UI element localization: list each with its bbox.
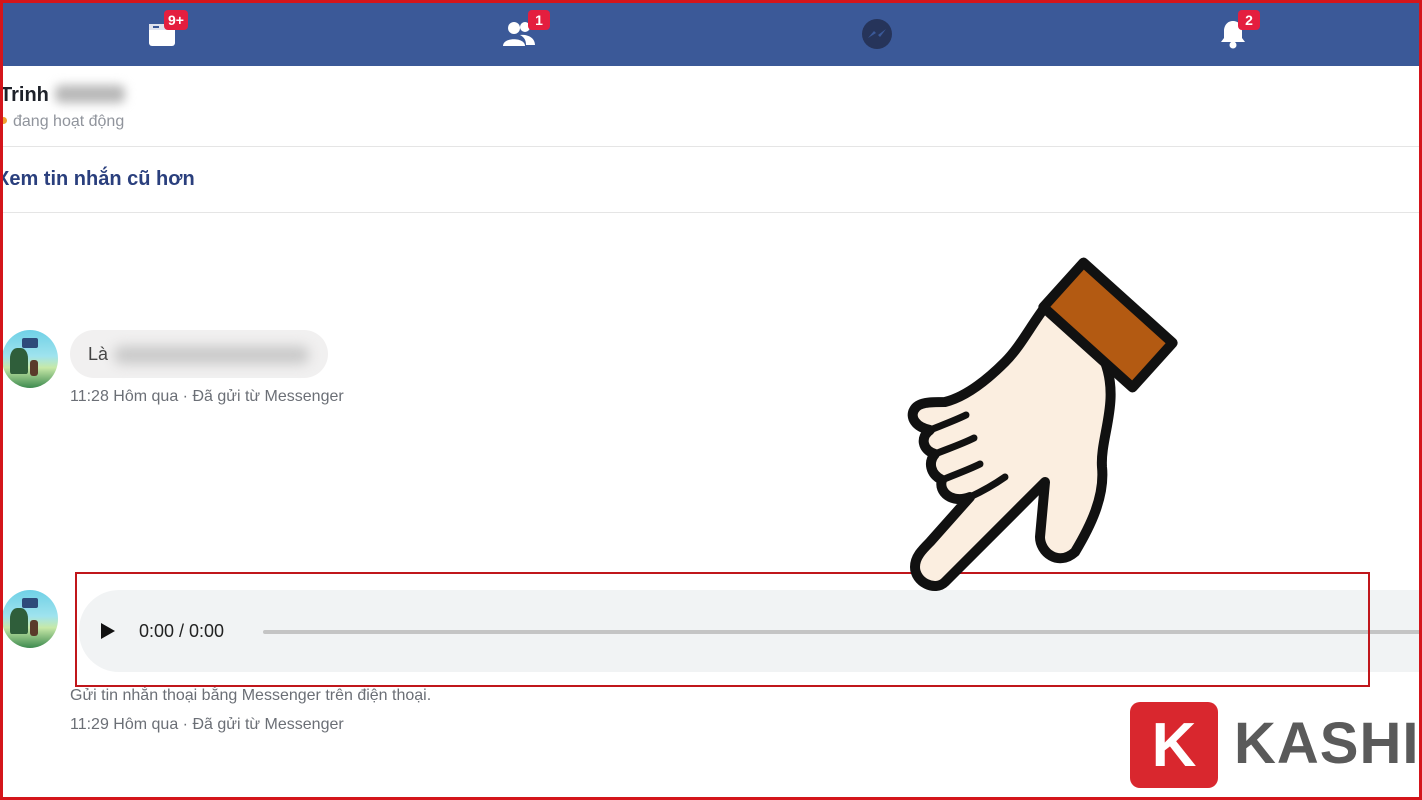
status-text: đang hoạt động: [13, 113, 125, 130]
contact-name-text: Trinh: [0, 84, 49, 106]
logo-wordmark: KASHI: [1234, 711, 1420, 776]
message-bubble[interactable]: Là: [70, 330, 328, 378]
contact-status: đang hoạt động: [0, 113, 124, 131]
sender-avatar[interactable]: [2, 590, 58, 648]
notifications-badge: 2: [1238, 10, 1260, 30]
friends-badge: 1: [528, 10, 550, 30]
pointing-hand-icon: [907, 257, 1178, 591]
news-feed-badge: 9+: [164, 10, 188, 30]
redacted-name: [54, 85, 125, 103]
messenger-icon: [862, 19, 892, 49]
nav-friend-requests[interactable]: 1: [490, 8, 550, 58]
redacted-message-text: [114, 346, 309, 364]
message-text: Là: [88, 344, 109, 364]
logo-badge: K: [1130, 702, 1218, 788]
header-divider: [0, 146, 1422, 147]
nav-news-feed[interactable]: 9+: [134, 8, 194, 58]
message-timestamp: 11:29 Hôm qua · Đã gửi từ Messenger: [70, 716, 344, 733]
see-older-messages-link[interactable]: Xem tin nhắn cũ hơn: [0, 168, 195, 191]
nav-messenger[interactable]: [848, 8, 908, 58]
sender-avatar[interactable]: [2, 330, 58, 388]
older-link-divider: [0, 212, 1422, 213]
voice-message-caption: Gửi tin nhắn thoại bằng Messenger trên đ…: [70, 687, 432, 704]
kashi-logo: K KASHI: [1130, 702, 1420, 790]
logo-letter: K: [1151, 711, 1197, 780]
nav-notifications[interactable]: 2: [1206, 8, 1266, 58]
message-timestamp: 11:28 Hôm qua · Đã gửi từ Messenger: [70, 388, 344, 405]
top-navigation-bar: 9+ 1 2: [0, 0, 1422, 66]
contact-name[interactable]: Trinh: [0, 84, 125, 107]
active-status-dot: [0, 117, 7, 124]
